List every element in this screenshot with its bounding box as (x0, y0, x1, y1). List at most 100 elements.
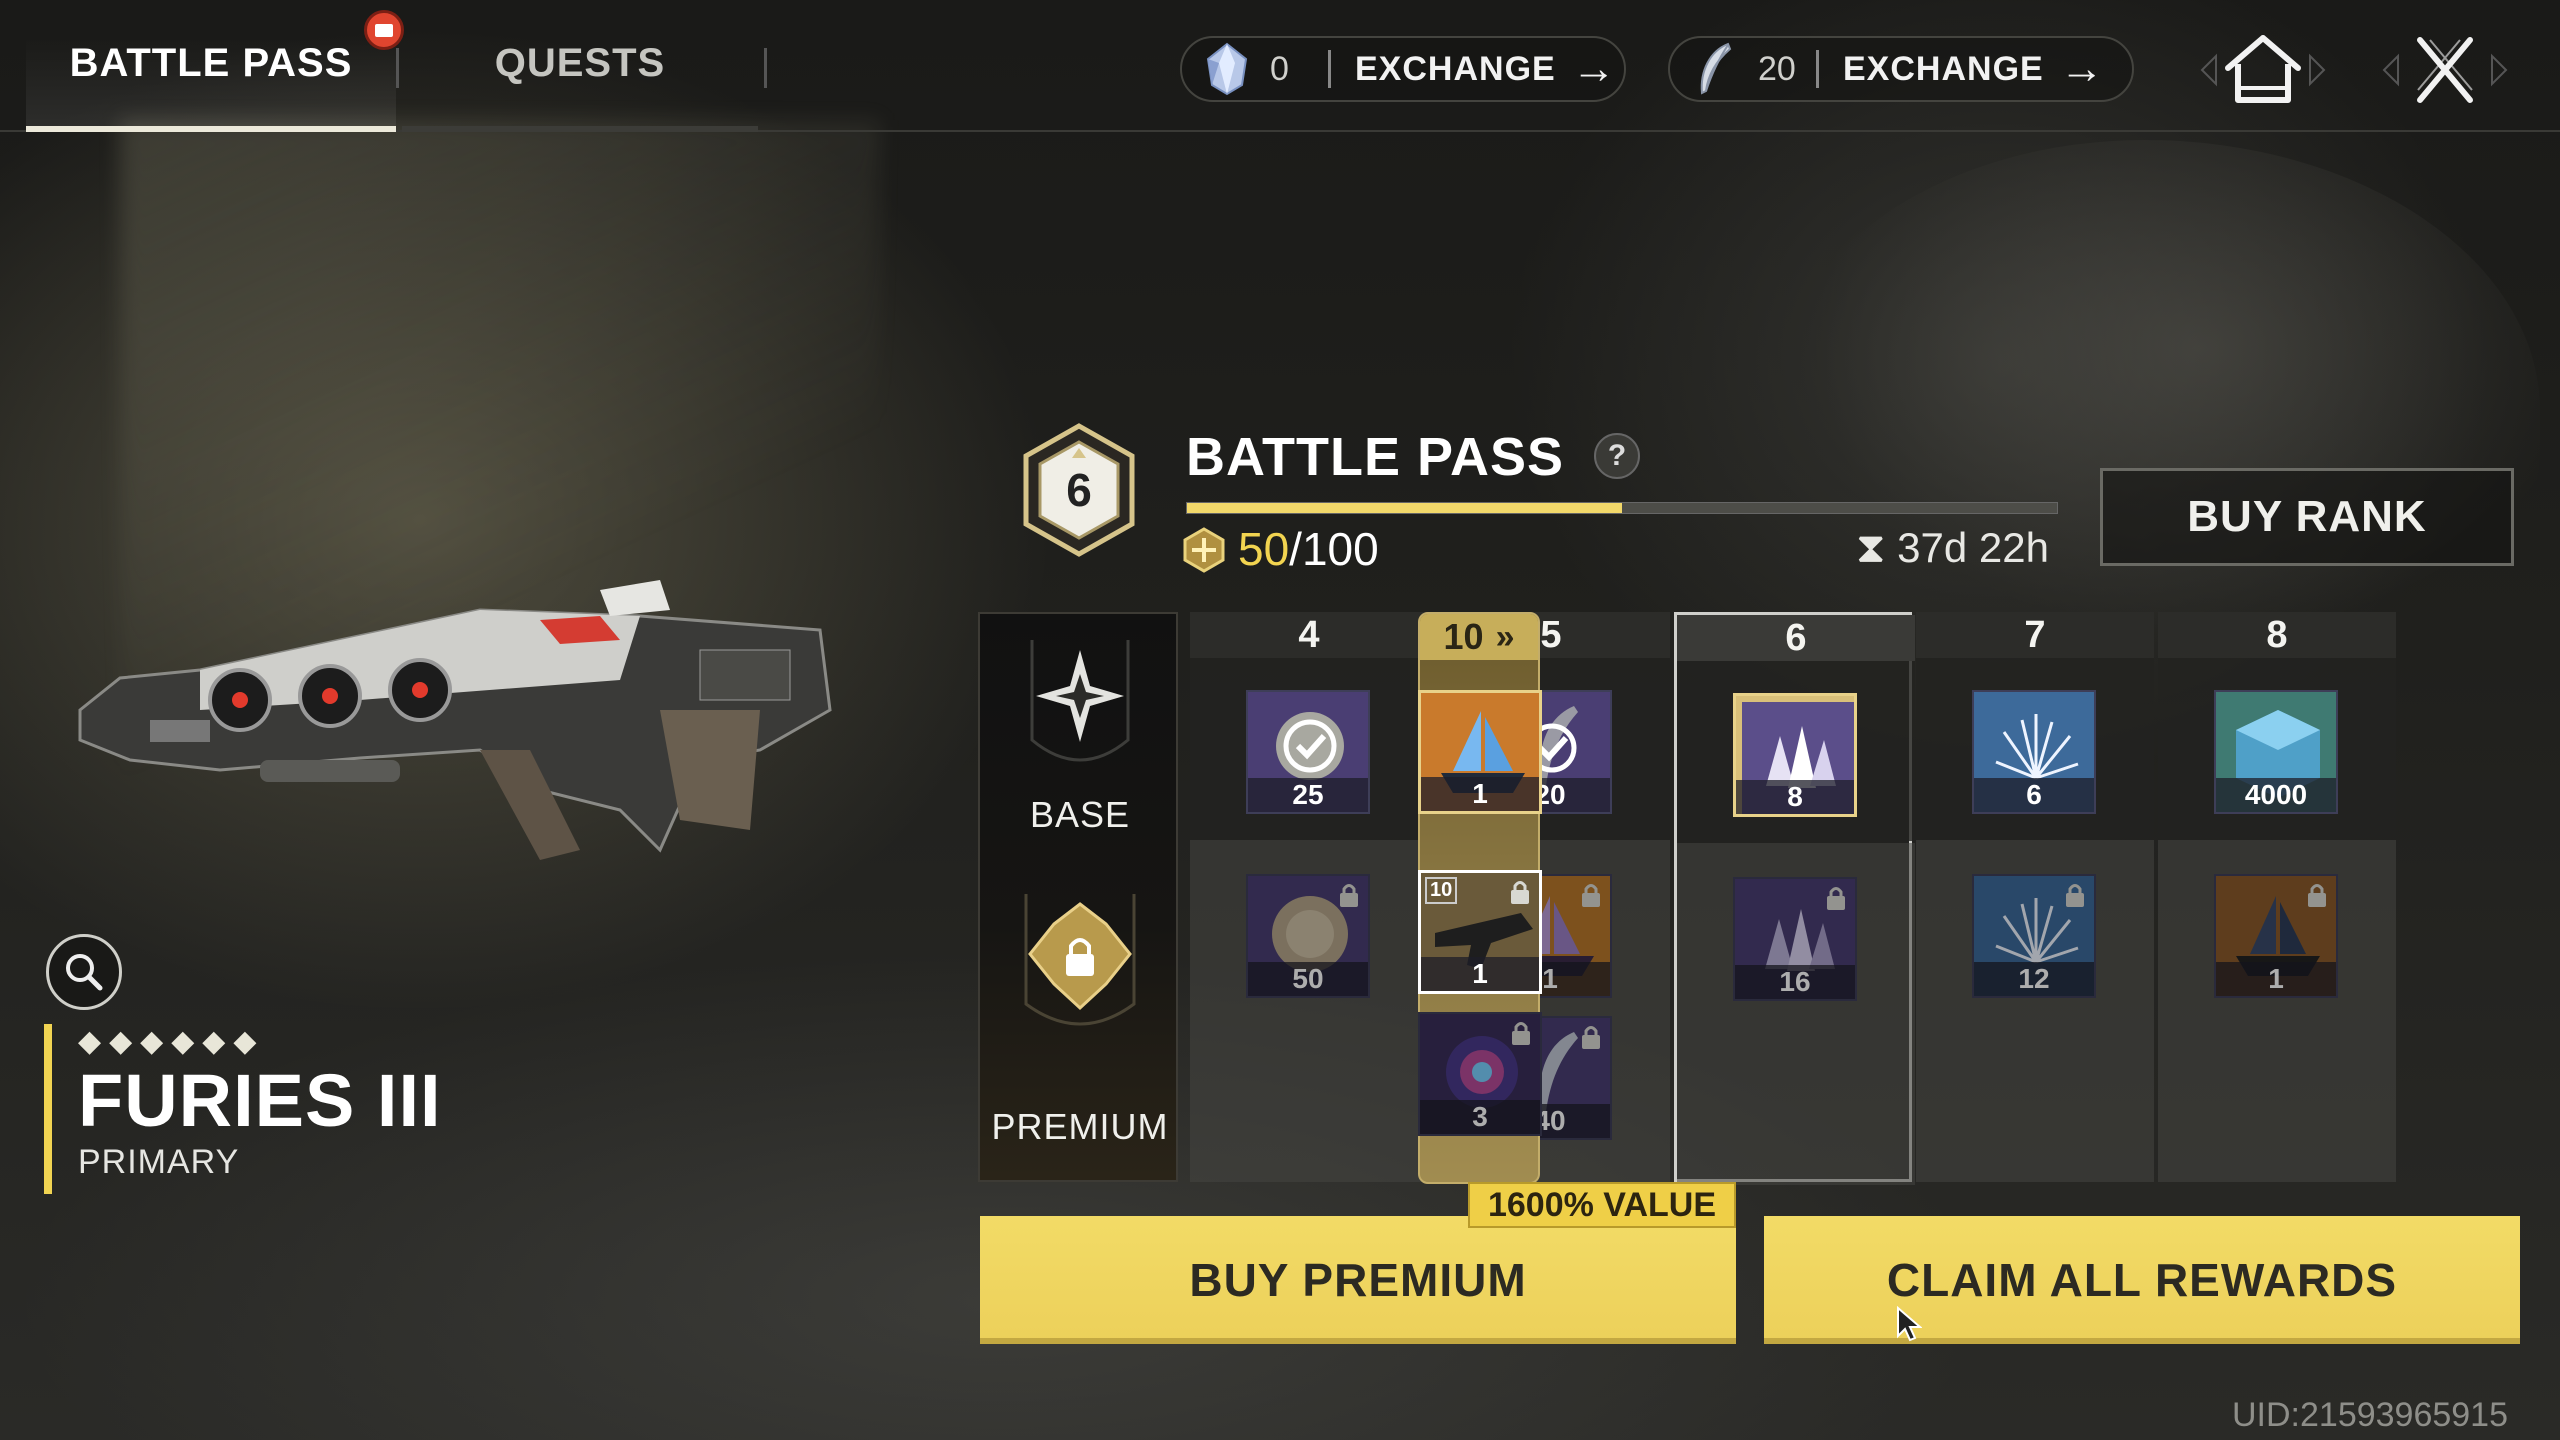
reward-quantity: 1 (2216, 962, 2336, 996)
claim-all-rewards-button[interactable]: CLAIM ALL REWARDS (1764, 1216, 2520, 1344)
milestone-rank: 10 (1443, 616, 1484, 657)
rank-header: 4 (1190, 612, 1428, 658)
currency-gem: 0 EXCHANGE → (1180, 36, 1626, 102)
divider (1328, 50, 1331, 88)
milestone-base-tile[interactable]: 1 (1418, 690, 1542, 814)
xp-progress-bar (1186, 502, 2058, 514)
close-button[interactable] (2380, 28, 2510, 112)
notification-badge (364, 10, 404, 50)
reward-quantity: 1 (1421, 777, 1539, 811)
rank-badge: 6 (1004, 420, 1154, 570)
rank-number: 6 (1066, 464, 1092, 516)
premium-reward-tile[interactable]: 16 (1733, 877, 1857, 1001)
reward-quantity: 4000 (2216, 778, 2336, 812)
base-reward-tile[interactable]: 6 (1972, 690, 2096, 814)
lock-icon (2066, 884, 2084, 907)
gem-icon (1206, 42, 1248, 96)
lock-icon (1582, 1026, 1600, 1049)
weapon-stars: ◆◆◆◆◆◆ (78, 1025, 265, 1058)
reward-quantity: 8 (1736, 780, 1854, 814)
weapon-model (78, 580, 832, 860)
rank-header: 6 (1677, 615, 1915, 661)
gem-amount: 0 (1270, 49, 1289, 88)
hourglass-icon: ⧗ (1856, 524, 1886, 571)
milestone-premium-tile[interactable]: 3 (1418, 1012, 1542, 1136)
exchange-gem-button[interactable]: EXCHANGE (1355, 50, 1556, 89)
xp-progress-fill (1187, 503, 1622, 513)
reward-quantity: 16 (1735, 965, 1855, 999)
base-track-label: BASE (1029, 794, 1131, 835)
xp-current: 50 (1238, 523, 1290, 575)
xp-icon (1183, 527, 1225, 573)
feather-amount: 20 (1758, 49, 1796, 88)
user-id: UID:21593965915 (2232, 1396, 2509, 1434)
mouse-cursor (1897, 1306, 1922, 1342)
base-track-emblem (1030, 640, 1130, 762)
tab-quests[interactable]: QUESTS (402, 0, 758, 132)
reward-quantity: 1 (1421, 957, 1539, 991)
help-button[interactable]: ? (1594, 433, 1640, 479)
base-reward-tile[interactable]: 25 (1246, 690, 1370, 814)
milestone-column: 10 » 1 10 1 3 (1418, 612, 1542, 1184)
reward-grid: 4 25 50 5 20 1 40 6 8 16 7 6 12 8 4000 1 (1190, 612, 2512, 1185)
milestone-header: 10 » (1420, 614, 1538, 660)
battle-pass-title: BATTLE PASS (1186, 427, 1565, 487)
reward-quantity: 25 (1248, 778, 1368, 812)
base-reward-tile[interactable]: 8 (1733, 693, 1857, 817)
search-icon (66, 954, 103, 991)
rank-badge-frame: 6 (1023, 423, 1135, 557)
tab-divider (396, 48, 399, 88)
reward-corner-label: 10 (1425, 877, 1458, 904)
rank-header: 8 (2158, 612, 2396, 658)
rank-column-7: 7 6 12 (1916, 612, 2154, 1182)
currency-feather: 20 EXCHANGE → (1668, 36, 2134, 102)
divider (1816, 50, 1819, 88)
weapon-type: PRIMARY (78, 1143, 240, 1181)
exchange-feather-button[interactable]: EXCHANGE (1843, 50, 2044, 89)
rank-column-8: 8 4000 1 (2158, 612, 2396, 1182)
tab-battle-pass[interactable]: BATTLE PASS (26, 0, 396, 132)
premium-reward-tile[interactable]: 12 (1972, 874, 2096, 998)
lock-icon (2308, 884, 2326, 907)
xp-text: 50/100 (1238, 522, 1379, 576)
rank-column-4: 4 25 50 (1190, 612, 1428, 1182)
season-timer: ⧗ 37d 22h (1856, 524, 2049, 573)
buy-premium-button[interactable]: BUY PREMIUM (980, 1216, 1736, 1344)
tab-divider (764, 48, 767, 88)
reward-quantity: 50 (1248, 962, 1368, 996)
home-icon (2200, 35, 2326, 103)
mail-icon (375, 23, 393, 37)
reward-quantity: 6 (1974, 778, 2094, 812)
milestone-premium-tile[interactable]: 10 1 (1418, 870, 1542, 994)
reward-quantity: 3 (1420, 1100, 1540, 1134)
xp-total: /100 (1289, 523, 1379, 575)
base-reward-tile[interactable]: 4000 (2214, 690, 2338, 814)
timer-text: 37d 22h (1897, 524, 2049, 571)
premium-reward-tile[interactable]: 50 (1246, 874, 1370, 998)
rank-header: 7 (1916, 612, 2154, 658)
lock-icon (1511, 881, 1529, 904)
weapon-name: FURIES III (78, 1059, 442, 1142)
arrow-right-icon: → (2059, 44, 2104, 93)
value-tag: 1600% VALUE (1468, 1182, 1736, 1228)
lock-icon (1340, 884, 1358, 907)
buy-rank-button[interactable]: BUY RANK (2100, 468, 2514, 566)
reward-quantity: 12 (1974, 962, 2094, 996)
rank-column-6: 6 8 16 (1674, 612, 1915, 1185)
close-icon (2382, 37, 2508, 103)
tab-label: BATTLE PASS (69, 40, 353, 85)
lock-icon (1582, 884, 1600, 907)
inspect-button[interactable] (46, 934, 122, 1010)
lock-icon (1512, 1022, 1530, 1045)
lock-icon (1827, 887, 1845, 910)
chevron-right-icon[interactable]: » (1496, 618, 1515, 657)
home-button[interactable] (2198, 28, 2328, 112)
premium-reward-tile[interactable]: 1 (2214, 874, 2338, 998)
top-bar: BATTLE PASS QUESTS 0 EXCHANGE → 20 EXCHA… (0, 0, 2560, 132)
tab-label: QUESTS (494, 40, 666, 85)
track-panel: BASE PREMIUM (978, 612, 1178, 1182)
feather-icon (1700, 42, 1732, 95)
premium-track-emblem (1024, 894, 1136, 1026)
premium-track-label: PREMIUM (991, 1106, 1169, 1147)
arrow-right-icon: → (1571, 44, 1616, 93)
